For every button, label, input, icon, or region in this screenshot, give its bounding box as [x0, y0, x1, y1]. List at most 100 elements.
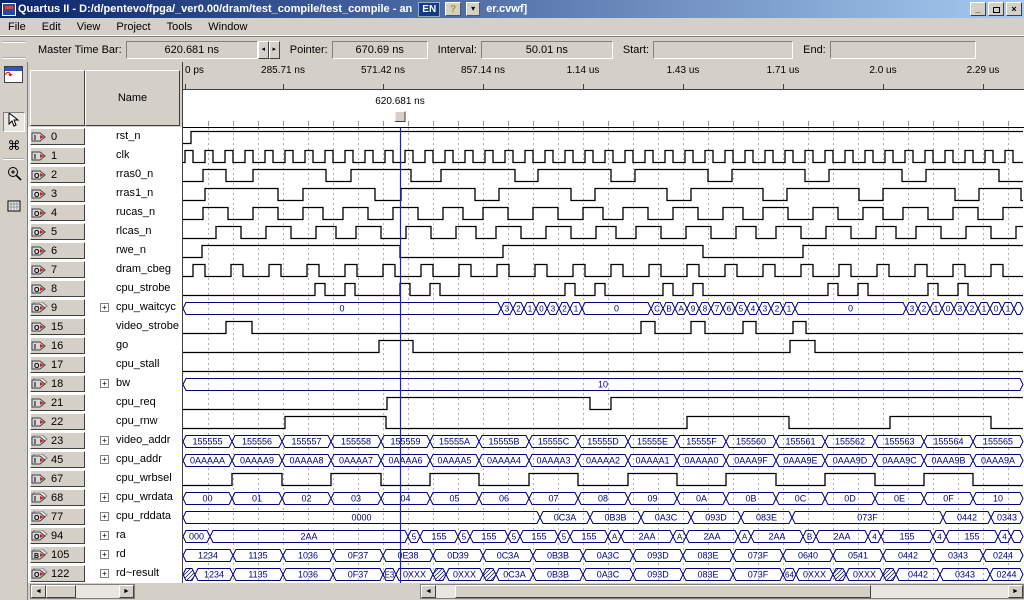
master-time-bar-handle[interactable]: [395, 111, 406, 122]
menu-item-project[interactable]: Project: [108, 19, 158, 35]
expand-icon[interactable]: +: [100, 303, 109, 312]
time-step-right-button[interactable]: ▸: [269, 41, 280, 59]
scroll-left-icon[interactable]: ◄: [31, 585, 46, 598]
signal-id-button[interactable]: O8: [30, 280, 85, 297]
signal-row-cpu_addr[interactable]: I45+cpu_addr: [28, 450, 182, 469]
signal-row-cpu_rnw[interactable]: I22cpu_rnw: [28, 412, 182, 431]
signal-row-cpu_req[interactable]: I21cpu_req: [28, 393, 182, 412]
name-panel-scroll-thumb[interactable]: [46, 585, 76, 598]
scroll-right-icon[interactable]: ►: [1008, 585, 1023, 598]
signal-row-video_strobe[interactable]: O15video_strobe: [28, 317, 182, 336]
expand-icon[interactable]: +: [100, 436, 109, 445]
signal-id-button[interactable]: I18: [30, 375, 85, 392]
signal-id-button[interactable]: O4: [30, 204, 85, 221]
signal-id-button[interactable]: O94: [30, 527, 85, 544]
toolbar-grip[interactable]: [2, 41, 26, 59]
menu-item-edit[interactable]: Edit: [34, 19, 69, 35]
signal-id-button[interactable]: I0: [30, 128, 85, 145]
restore-button[interactable]: [988, 2, 1004, 16]
full-screen-tool-button[interactable]: [3, 198, 25, 218]
signal-id-button[interactable]: O9: [30, 299, 85, 316]
time-ruler[interactable]: 0 ps285.71 ns571.42 ns857.14 ns1.14 us1.…: [183, 62, 1024, 90]
signal-index: 68: [51, 492, 63, 504]
signal-id-button[interactable]: I21: [30, 394, 85, 411]
signal-row-rst_n[interactable]: I0rst_n: [28, 127, 182, 146]
scroll-left-icon[interactable]: ◄: [421, 585, 436, 598]
signal-row-cpu_wrbsel[interactable]: I67cpu_wrbsel: [28, 469, 182, 488]
expand-icon[interactable]: +: [100, 550, 109, 559]
signal-row-cpu_waitcyc[interactable]: O9+cpu_waitcyc: [28, 298, 182, 317]
signal-row-ra[interactable]: O94+ra: [28, 526, 182, 545]
signal-id-button[interactable]: I16: [30, 337, 85, 354]
signal-id-button[interactable]: O77: [30, 508, 85, 525]
signal-id-button[interactable]: O122: [30, 565, 85, 582]
scroll-right-icon[interactable]: ►: [119, 585, 134, 598]
signal-row-clk[interactable]: I1clk: [28, 146, 182, 165]
menu-item-window[interactable]: Window: [200, 19, 255, 35]
language-badge[interactable]: EN: [418, 2, 440, 17]
signal-id-button[interactable]: I68: [30, 489, 85, 506]
end-field[interactable]: [830, 41, 976, 59]
signal-id-button[interactable]: O6: [30, 242, 85, 259]
signal-id-button[interactable]: O15: [30, 318, 85, 335]
svg-text:0XXX: 0XXX: [403, 570, 426, 580]
edit-tool-button[interactable]: ⌘: [3, 136, 25, 156]
signal-row-cpu_rddata[interactable]: O77+cpu_rddata: [28, 507, 182, 526]
signal-row-rwe_n[interactable]: O6rwe_n: [28, 241, 182, 260]
master-time-bar-strip[interactable]: 620.681 ns: [183, 90, 1024, 127]
signal-row-rras0_n[interactable]: O2rras0_n: [28, 165, 182, 184]
svg-text:2: 2: [562, 305, 567, 314]
signal-row-bw[interactable]: I18+bw: [28, 374, 182, 393]
svg-text:I: I: [34, 458, 36, 465]
name-panel-hscrollbar[interactable]: ◄ ►: [30, 584, 135, 599]
expand-icon[interactable]: +: [100, 531, 109, 540]
menu-item-file[interactable]: File: [0, 19, 34, 35]
signal-row-rd~result[interactable]: O122+rd~result: [28, 564, 182, 583]
signal-id-button[interactable]: I1: [30, 147, 85, 164]
signal-id-button[interactable]: I45: [30, 451, 85, 468]
expand-icon[interactable]: +: [100, 569, 109, 578]
start-field[interactable]: [653, 41, 793, 59]
signal-row-go[interactable]: I16go: [28, 336, 182, 355]
waveform-editor-icon[interactable]: ↷: [4, 66, 23, 83]
signal-id-button[interactable]: O7: [30, 261, 85, 278]
svg-text:0AAAA9: 0AAAA9: [240, 456, 274, 466]
waveform-hscrollbar[interactable]: ◄ ►: [420, 584, 1024, 599]
signal-row-cpu_strobe[interactable]: O8cpu_strobe: [28, 279, 182, 298]
signal-id-button[interactable]: B105: [30, 546, 85, 563]
signal-id-button[interactable]: I22: [30, 413, 85, 430]
signal-row-rlcas_n[interactable]: O5rlcas_n: [28, 222, 182, 241]
zoom-tool-button[interactable]: [3, 166, 25, 186]
signal-row-rd[interactable]: B105+rd: [28, 545, 182, 564]
close-button[interactable]: ×: [1006, 2, 1022, 16]
signal-name-panel: Name I0rst_nI1clkO2rras0_nO3rras1_nO4ruc…: [28, 62, 182, 600]
waveform-canvas[interactable]: 032103210CBA9876543210321032101101555551…: [183, 128, 1024, 584]
waveform-scroll-thumb[interactable]: [455, 585, 871, 598]
svg-text:4: 4: [937, 533, 942, 542]
signal-id-button[interactable]: O17: [30, 356, 85, 373]
signal-row-video_addr[interactable]: I23+video_addr: [28, 431, 182, 450]
signal-id-button[interactable]: I23: [30, 432, 85, 449]
signal-row-rucas_n[interactable]: O4rucas_n: [28, 203, 182, 222]
signal-row-cpu_wrdata[interactable]: I68+cpu_wrdata: [28, 488, 182, 507]
minimize-button[interactable]: _: [970, 2, 986, 16]
signal-id-button[interactable]: O3: [30, 185, 85, 202]
waveform-rows-area[interactable]: 032103210CBA9876543210321032101101555551…: [183, 127, 1024, 583]
selection-tool-button[interactable]: [3, 112, 25, 132]
expand-icon[interactable]: +: [100, 379, 109, 388]
signal-row-dram_cbeg[interactable]: O7dram_cbeg: [28, 260, 182, 279]
expand-icon[interactable]: +: [100, 455, 109, 464]
expand-icon[interactable]: +: [100, 493, 109, 502]
time-step-left-button[interactable]: ◂: [258, 41, 269, 59]
signal-id-button[interactable]: O5: [30, 223, 85, 240]
signal-row-rras1_n[interactable]: O3rras1_n: [28, 184, 182, 203]
language-bar-menu-icon[interactable]: ▾: [466, 2, 480, 16]
signal-row-cpu_stall[interactable]: O17cpu_stall: [28, 355, 182, 374]
expand-icon[interactable]: +: [100, 512, 109, 521]
signal-id-button[interactable]: O2: [30, 166, 85, 183]
signal-id-button[interactable]: I67: [30, 470, 85, 487]
menu-item-tools[interactable]: Tools: [159, 19, 201, 35]
help-icon[interactable]: ?: [445, 2, 461, 16]
menu-item-view[interactable]: View: [69, 19, 109, 35]
master-time-bar-field[interactable]: 620.681 ns: [126, 41, 258, 59]
